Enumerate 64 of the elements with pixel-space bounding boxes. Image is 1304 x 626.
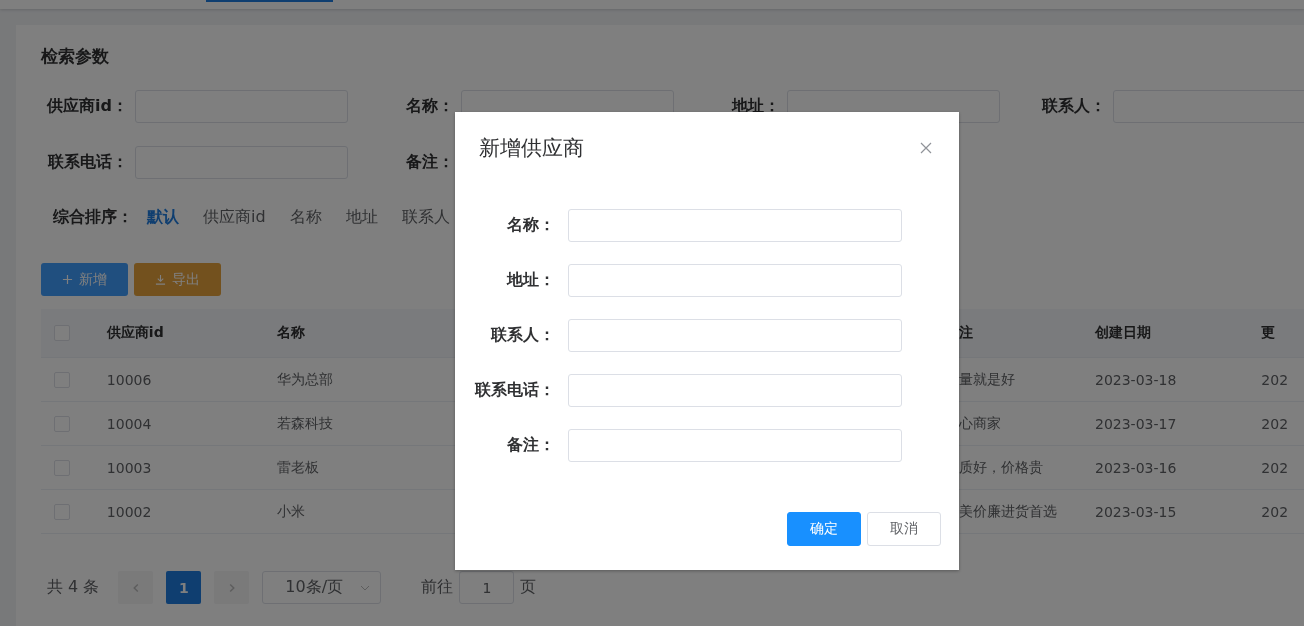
field-label: 供应商id：	[46, 96, 129, 117]
confirm-button[interactable]: 确定	[787, 512, 861, 546]
dialog-title: 新增供应商	[479, 135, 584, 162]
field-label: 联系电话：	[47, 152, 129, 173]
table-cell: 量就是好	[958, 370, 1015, 387]
next-page-button[interactable]	[214, 571, 250, 604]
field-label: 名称：	[405, 96, 455, 117]
table-cell: 2023-03-18	[1095, 371, 1177, 388]
table-cell: 202	[1261, 503, 1289, 520]
total-count: 共 4 条	[47, 577, 100, 598]
table-cell: 心商家	[958, 414, 1001, 431]
section-title: 检索参数	[41, 45, 110, 68]
caret-icon	[360, 584, 371, 591]
field-label: 联系人：	[490, 325, 556, 346]
column-header: 供应商id	[106, 324, 164, 340]
column-header: 创建日期	[1095, 324, 1151, 340]
column-header: 更	[1261, 324, 1276, 340]
column-header: 注	[958, 324, 973, 340]
table-cell: 质好，价格贵	[958, 458, 1043, 475]
field-label: 名称：	[506, 215, 556, 236]
field-label: 备注：	[506, 435, 556, 456]
sort-option[interactable]: 供应商id	[203, 207, 266, 228]
table-cell: 华为总部	[277, 370, 334, 387]
sort-option[interactable]: 地址	[345, 207, 378, 228]
add-button[interactable]: 新增	[41, 263, 128, 296]
page-button[interactable]: 1	[166, 571, 202, 604]
page-suffix: 页	[520, 577, 537, 598]
input-field[interactable]	[568, 319, 902, 352]
table-cell: 10003	[106, 459, 152, 476]
sort-option[interactable]: 名称	[289, 207, 322, 228]
sort-option[interactable]: 默认	[147, 207, 179, 228]
table-cell: 2023-03-15	[1095, 503, 1177, 520]
table-cell: 202	[1261, 415, 1289, 432]
column-header: 名称	[277, 324, 306, 340]
plus-icon	[62, 274, 73, 285]
download-icon	[155, 274, 166, 285]
table-cell: 10004	[106, 415, 152, 432]
table-cell: 美价廉进货首选	[958, 502, 1057, 519]
goto-label: 前往	[421, 577, 454, 598]
input-field[interactable]	[568, 209, 902, 242]
sort-option[interactable]: 联系人	[401, 207, 450, 228]
table-cell: 2023-03-16	[1095, 459, 1177, 476]
field-label: 备注：	[405, 152, 455, 173]
table-cell: 若森科技	[277, 414, 334, 431]
input-field[interactable]	[568, 374, 902, 407]
sort-label: 综合排序：	[53, 207, 133, 228]
field-label: 联系人：	[1041, 96, 1107, 117]
cancel-button[interactable]: 取消	[867, 512, 941, 546]
field-label: 地址：	[505, 270, 556, 291]
prev-page-button[interactable]	[118, 571, 154, 604]
table-cell: 202	[1261, 371, 1289, 388]
field-label: 联系电话：	[474, 380, 556, 401]
table-cell: 2023-03-17	[1095, 415, 1177, 432]
table-cell: 202	[1261, 459, 1289, 476]
export-button[interactable]: 导出	[134, 263, 221, 296]
close-icon[interactable]	[920, 142, 932, 154]
input-field[interactable]	[568, 264, 902, 297]
table-cell: 10006	[106, 371, 152, 388]
page-size-select[interactable]: 10条/页	[262, 571, 382, 604]
input-field[interactable]	[568, 429, 902, 462]
page-input[interactable]: 1	[459, 571, 515, 604]
table-cell: 10002	[106, 503, 152, 520]
table-cell: 雷老板	[277, 458, 320, 475]
table-cell: 小米	[277, 502, 306, 519]
